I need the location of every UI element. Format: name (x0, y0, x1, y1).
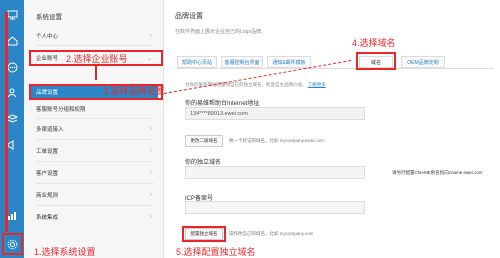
divider (36, 45, 154, 46)
sidebar-item-business-rules[interactable]: 商业规则 › (30, 189, 158, 201)
highlight-configure-domain (182, 226, 226, 242)
tab-help-center[interactable]: 帮助中心页站 (177, 56, 217, 68)
brand-settings-panel: 品牌设置 在软件界面上展示企业自己的Logo品牌。 帮助中心页站 客服控制台界面… (165, 0, 500, 258)
chevron-right-icon: › (150, 126, 152, 132)
custom-domain-label: 你的独立域名 (185, 160, 222, 166)
settings-sidebar: 系统设置 个人中心 › 企业账号 ⌄ 品牌设置 客服账号分组和权限 多渠道接入 › 工… (24, 0, 164, 258)
change-subdomain-hint: 换一个好记的域名，比如 mycompany.ewei.com (229, 138, 324, 143)
sidebar-item-ticket-settings[interactable]: 工单设置 › (30, 145, 158, 157)
custom-domain-input[interactable] (185, 166, 365, 179)
change-subdomain-button[interactable]: 更改二级域名 (185, 135, 223, 147)
sidebar-item-customer-settings[interactable]: 客户设置 › (30, 167, 158, 179)
icp-input[interactable] (185, 201, 365, 214)
tab-oem-branding[interactable]: OEM品牌定制 (401, 56, 445, 68)
configure-domain-hint: 操作你自己的域名，比如 mycompany.com (229, 231, 314, 236)
cname-hint: 请另行配置CNAME别名指向cname.ewei.com (392, 170, 483, 175)
chevron-right-icon: › (150, 192, 152, 198)
chevron-right-icon: › (150, 33, 152, 39)
chevron-right-icon: › (150, 170, 152, 176)
sidebar-item-agent-groups[interactable]: 客服账号分组和权限 (30, 103, 158, 115)
arrow-down (95, 66, 97, 80)
divider (36, 139, 154, 140)
annotation-step-4: 4.选择域名 (352, 38, 396, 48)
sidebar-item-personal-center[interactable]: 个人中心 › (30, 30, 158, 42)
divider (36, 205, 154, 206)
annotation-step-3: 3.选择品牌设置 (103, 86, 165, 96)
chevron-right-icon: › (150, 214, 152, 220)
help-center-address-label: 你的易维帮助台Internet地址 (185, 101, 260, 107)
sidebar-item-system-integration[interactable]: 系统集成 › (30, 211, 158, 223)
learn-more-link[interactable]: 了解更多 (308, 82, 326, 87)
help-center-address-field: 134****89013.ewei.com (185, 107, 365, 120)
chevron-right-icon: › (150, 148, 152, 154)
divider (36, 118, 154, 119)
page-title: 品牌设置 (175, 13, 203, 20)
tab-agent-console[interactable]: 客服控制台界面 (221, 56, 263, 68)
divider (36, 183, 154, 184)
annotation-step-5: 5.选择配置独立域名 (176, 247, 256, 257)
annotation-step-2: 2.选择企业账号 (66, 54, 128, 64)
page-subtitle: 在软件界面上展示企业自己的Logo品牌。 (175, 29, 267, 35)
annotation-step-1: 1.选择系统设置 (34, 247, 96, 257)
arrow-vertical (5, 12, 8, 232)
tab-notification-templates[interactable]: 通知&邮件模板 (267, 56, 311, 68)
sidebar-item-multichannel[interactable]: 多渠道接入 › (30, 123, 158, 135)
icon-rail (0, 0, 24, 258)
sidebar-heading: 系统设置 (36, 14, 62, 21)
divider (36, 161, 154, 162)
highlight-domain-tab (356, 52, 396, 70)
highlight-system-settings (2, 233, 23, 255)
tab-divider (175, 68, 494, 69)
